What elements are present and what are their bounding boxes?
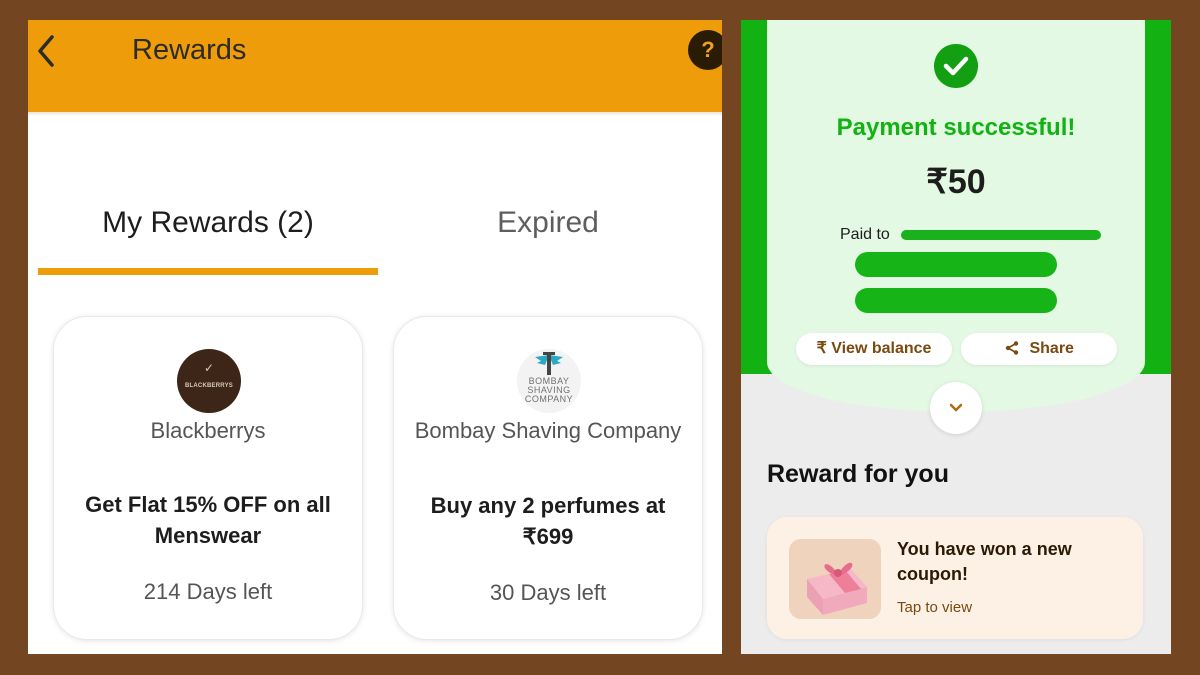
success-check-icon: [934, 44, 978, 88]
tab-expired[interactable]: Expired: [378, 206, 718, 240]
redacted-payee: [901, 230, 1101, 240]
back-arrow-icon[interactable]: [34, 34, 62, 68]
view-balance-label: View balance: [831, 340, 932, 357]
days-left: 214 Days left: [143, 579, 273, 604]
redacted-detail-2: [855, 288, 1057, 313]
expand-button[interactable]: [930, 382, 982, 434]
bombay-shaving-logo: BOMBAY SHAVING COMPANY: [517, 349, 581, 413]
tap-to-view-link[interactable]: Tap to view: [897, 599, 972, 616]
coupon-title: You have won a new coupon!: [897, 539, 1072, 584]
check-icon: ✓: [203, 361, 215, 375]
paid-to-label: Paid to: [840, 226, 890, 243]
brand-name: Bombay Shaving Company: [414, 418, 682, 443]
payment-screen: Payment successful! ₹50 Paid to ₹ View b…: [741, 20, 1171, 654]
rewards-screen: Rewards ? My Rewards (2) Expired ✓ BLACK…: [28, 20, 722, 654]
page-title: Rewards: [132, 34, 247, 66]
offer-text: Get Flat 15% OFF on all Menswear: [85, 492, 331, 548]
gift-icon: [789, 539, 881, 619]
share-button[interactable]: Share: [961, 333, 1117, 365]
gift-box-image: [789, 539, 881, 619]
offer-text: Buy any 2 perfumes at ₹699: [430, 493, 666, 549]
tab-my-rewards[interactable]: My Rewards (2): [38, 206, 378, 240]
coupon-card[interactable]: You have won a new coupon! Tap to view: [767, 517, 1143, 639]
payment-amount: ₹50: [926, 163, 986, 201]
share-icon: [1005, 341, 1019, 355]
reward-card-bombay-shaving[interactable]: BOMBAY SHAVING COMPANY Bombay Shaving Co…: [393, 316, 703, 640]
payment-status: Payment successful!: [836, 114, 1076, 141]
chevron-down-icon: [949, 403, 963, 412]
redacted-detail-1: [855, 252, 1057, 277]
app-header: Rewards ?: [28, 20, 722, 112]
reward-card-blackberrys[interactable]: ✓ BLACKBERRYS Blackberrys Get Flat 15% O…: [53, 316, 363, 640]
razor-wings-icon: [535, 352, 563, 375]
reward-heading: Reward for you: [767, 460, 949, 488]
blackberrys-logo: ✓ BLACKBERRYS: [177, 349, 241, 413]
help-icon[interactable]: ?: [688, 30, 722, 70]
days-left: 30 Days left: [489, 580, 607, 605]
active-tab-indicator: [38, 268, 378, 275]
brand-name: Blackberrys: [150, 418, 266, 443]
view-balance-button[interactable]: ₹ View balance: [796, 333, 952, 365]
share-label: Share: [1029, 340, 1074, 357]
header-divider: [28, 112, 722, 116]
rupee-icon: ₹: [816, 340, 827, 357]
